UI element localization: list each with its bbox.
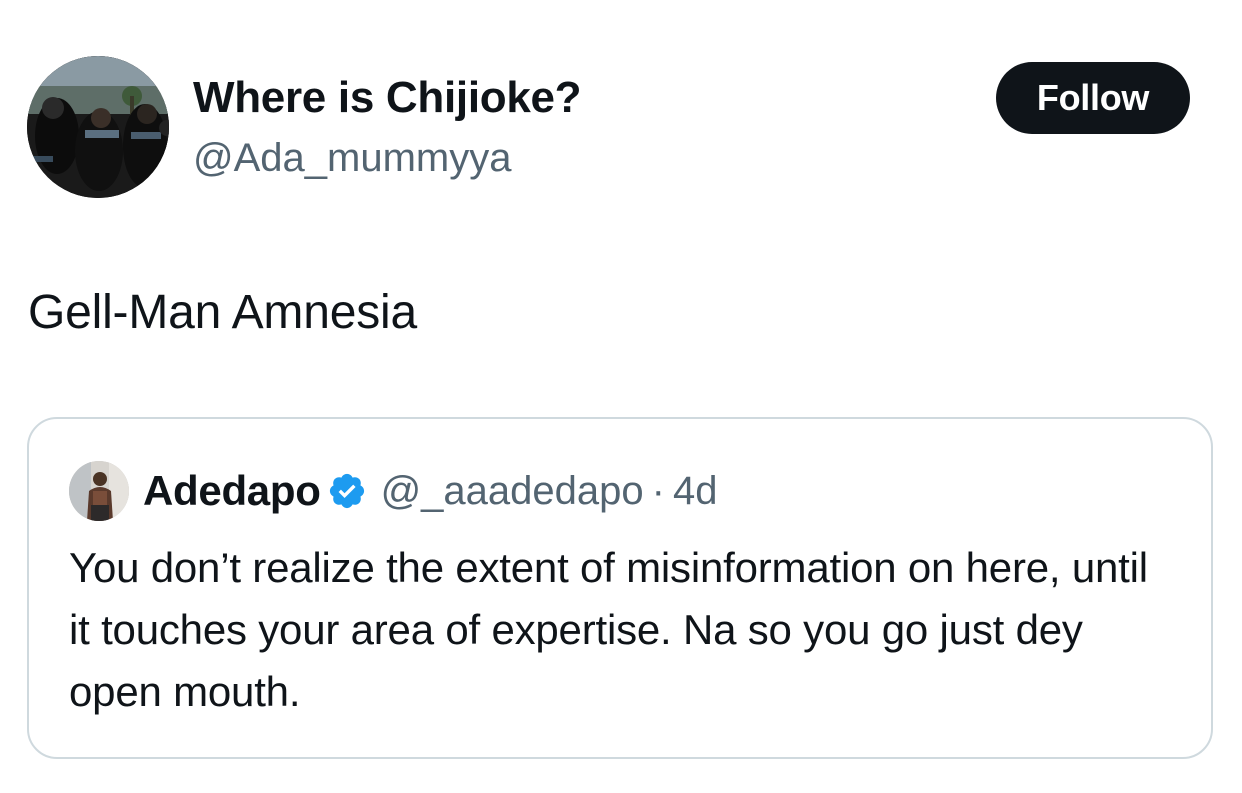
author-handle[interactable]: @Ada_mummyya (193, 134, 511, 182)
tweet-text: Gell-Man Amnesia (28, 286, 417, 339)
author-avatar[interactable] (27, 56, 169, 198)
quoted-tweet-text: You don’t realize the extent of misinfor… (69, 544, 1160, 715)
quoted-author-avatar[interactable] (69, 461, 129, 521)
quoted-tweet-header: Adedapo @_aaadedapo · 4d (143, 463, 717, 519)
follow-button[interactable]: Follow (996, 62, 1190, 134)
separator-dot: · (651, 469, 665, 513)
author-display-name[interactable]: Where is Chijioke? (193, 72, 582, 124)
quoted-tweet-timestamp[interactable]: 4d (673, 463, 718, 519)
quoted-avatar-photo (69, 461, 129, 521)
verified-badge-icon[interactable] (327, 471, 367, 511)
avatar-photo (27, 56, 169, 198)
quoted-tweet-card[interactable]: Adedapo @_aaadedapo · 4d You don’t reali… (27, 417, 1213, 759)
quoted-author-handle[interactable]: @_aaadedapo (381, 463, 644, 519)
quoted-author-name[interactable]: Adedapo (143, 463, 321, 519)
